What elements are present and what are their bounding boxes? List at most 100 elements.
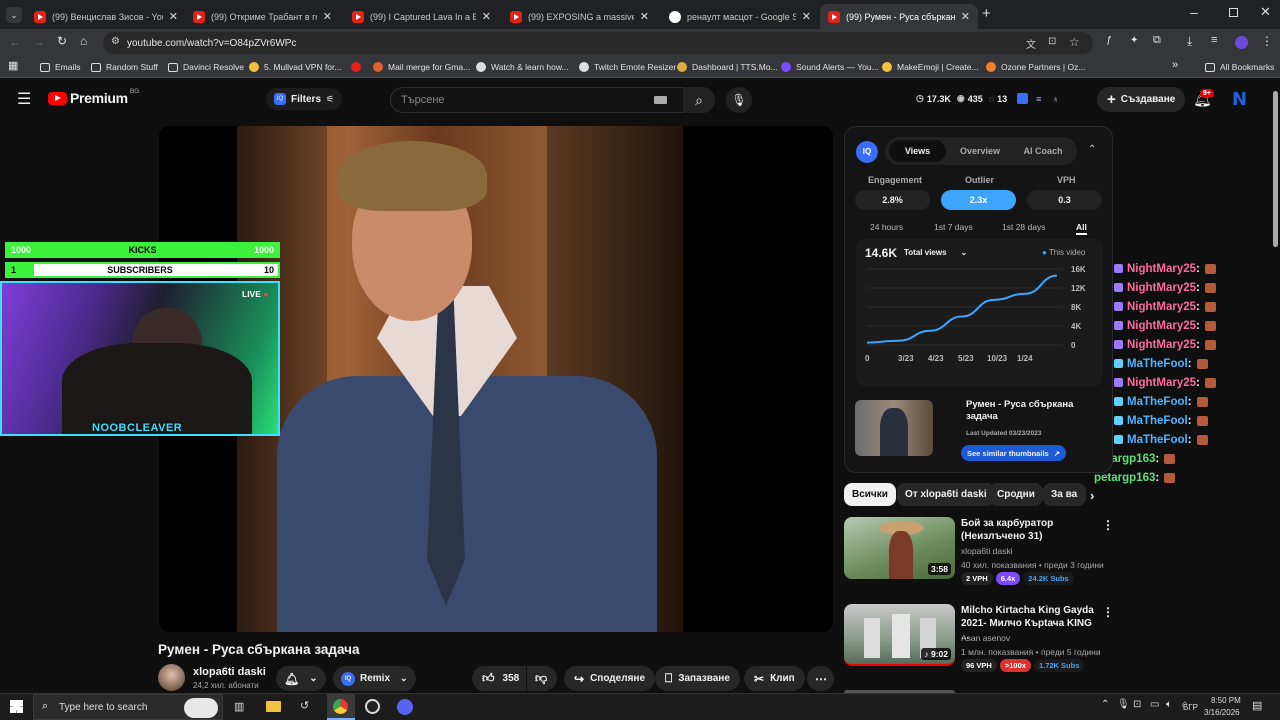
maximize-button[interactable] <box>1229 8 1238 17</box>
bookmark-item[interactable]: Davinci Resolve <box>168 59 244 75</box>
chips-next-icon[interactable]: › <box>1090 488 1094 503</box>
app-arrow-icon[interactable]: ↺ <box>300 699 309 712</box>
filter-chip[interactable]: Сродни <box>989 483 1043 506</box>
back-icon[interactable]: ← <box>9 35 21 49</box>
iq-tab-ai-coach[interactable]: AI Coach <box>1013 146 1073 156</box>
more-options-icon[interactable]: ⋮ <box>1102 518 1114 532</box>
recommended-video[interactable]: ♪ 9:02 Milcho Kirtacha King Gayda 2021- … <box>844 604 1114 684</box>
scrollbar-thumb[interactable] <box>1273 91 1278 247</box>
iq-icon[interactable] <box>1017 93 1029 104</box>
bookmark-item[interactable]: 5. Mullvad VPN for... <box>249 59 341 75</box>
close-tab-icon[interactable]: ✕ <box>482 10 491 23</box>
notification-center-icon[interactable]: ▤ <box>1252 699 1262 712</box>
share-button[interactable]: ↪ Споделяне <box>564 666 655 691</box>
badge-icon[interactable]: ♁ <box>1052 94 1059 104</box>
clock-date[interactable]: 3/16/2026 <box>1204 708 1240 717</box>
dislike-button[interactable]: 👎︎ <box>527 666 557 691</box>
tray-app-icon[interactable]: ⊡ <box>1133 699 1141 710</box>
account-avatar[interactable]: N <box>1232 89 1247 110</box>
close-tab-icon[interactable]: ✕ <box>961 10 970 23</box>
bookmark-item[interactable]: Mail merge for Gma... <box>373 59 470 75</box>
download-icon[interactable]: ⤓ <box>1187 34 1192 49</box>
like-button[interactable]: 👍︎ 358 <box>472 666 526 691</box>
more-options-icon[interactable]: ⋮ <box>1102 605 1114 619</box>
bookmark-item[interactable] <box>351 59 366 75</box>
keyboard-icon[interactable] <box>654 96 667 104</box>
home-icon[interactable]: ⌂ <box>80 34 87 48</box>
file-explorer-icon[interactable] <box>266 701 281 712</box>
keyboard-layout[interactable]: БГР <box>1183 703 1198 712</box>
menu-icon[interactable]: ⋮ <box>1261 34 1273 48</box>
channel-avatar[interactable] <box>158 664 185 691</box>
profile-avatar[interactable] <box>1235 36 1248 49</box>
obs-taskbar-icon[interactable] <box>365 699 380 714</box>
close-tab-icon[interactable]: ✕ <box>169 10 178 23</box>
bookmark-item[interactable]: Ozone Partners | Oz... <box>986 59 1085 75</box>
close-tab-icon[interactable]: ✕ <box>323 10 332 23</box>
list-icon[interactable]: ≡ <box>1036 94 1041 104</box>
browser-tab[interactable]: (99) EXPOSING a massive eBay ✕ <box>502 4 657 29</box>
rec-thumbnail[interactable]: ♪ 9:02 <box>844 604 955 666</box>
mic-icon[interactable]: 🎙︎ <box>1117 699 1130 710</box>
remix-button[interactable]: IQ Remix ⌄ <box>333 666 416 691</box>
clock-time[interactable]: 8:50 PM <box>1211 696 1241 705</box>
site-info-icon[interactable]: ⚙ <box>111 36 120 47</box>
youtube-logo[interactable]: Premium BG <box>48 88 139 106</box>
rec-thumbnail[interactable]: 3:58 <box>844 517 955 579</box>
install-icon[interactable]: ⊡ <box>1048 36 1056 47</box>
volume-icon[interactable]: 🔈︎ <box>1166 699 1172 710</box>
browser-tab[interactable]: ренаулт масцот - Google Search ✕ <box>661 4 819 29</box>
search-icon[interactable]: ⌕ <box>683 87 715 113</box>
taskbar-search-box[interactable]: ⌕ Type here to search <box>33 694 223 720</box>
bookmark-item[interactable]: Emails <box>40 59 81 75</box>
browser-tab[interactable]: (99) Откриме Трабант в гората ✕ <box>185 4 340 29</box>
translate-icon[interactable]: 文 <box>1026 36 1036 51</box>
all-bookmarks-button[interactable]: All Bookmarks <box>1205 59 1274 75</box>
bookmark-item[interactable]: Twitch Emote Resizer <box>579 59 676 75</box>
browser-tab[interactable]: (99) Венцислав Зисов - YouTube ✕ <box>26 4 186 29</box>
bookmark-item[interactable]: Dashboard | TTS.Mo... <box>677 59 778 75</box>
voice-search-icon[interactable]: 🎙︎ <box>726 87 752 113</box>
close-tab-icon[interactable]: ✕ <box>640 10 649 23</box>
new-tab-button[interactable]: + <box>982 5 991 22</box>
range-28d[interactable]: 1st 28 days <box>1002 222 1045 232</box>
iq-tab-overview[interactable]: Overview <box>950 146 1010 156</box>
range-24h[interactable]: 24 hours <box>870 222 903 232</box>
search-box[interactable]: Търсене <box>390 87 715 113</box>
task-view-icon[interactable]: ▥ <box>234 700 244 713</box>
tray-window-icon[interactable]: ▭ <box>1150 699 1159 710</box>
forward-icon[interactable]: → <box>33 35 45 49</box>
filter-chip[interactable]: Всички <box>844 483 896 506</box>
iq-tab-views[interactable]: Views <box>889 140 946 162</box>
media-icon[interactable]: ≡ <box>1211 34 1217 46</box>
bookmark-item[interactable]: Watch & learn how... <box>476 59 569 75</box>
browser-tab[interactable]: (99) Румен - Руса сбъркана задача ✕ <box>820 4 978 29</box>
more-actions-button[interactable]: ⋯ <box>807 666 834 691</box>
extensions-icon[interactable]: ⧉ <box>1153 34 1161 47</box>
rec-title[interactable]: Бой за карбуратор (Неизлъчено 31) <box>961 517 1096 543</box>
create-button[interactable]: + Създаване <box>1097 87 1186 112</box>
more-bookmarks-icon[interactable]: » <box>1172 59 1178 71</box>
hamburger-menu-icon[interactable]: ☰ <box>17 89 31 109</box>
tray-chevron-icon[interactable]: ⌃ <box>1101 699 1109 710</box>
bookmark-item[interactable]: MakeEmoji | Create... <box>882 59 979 75</box>
rec-channel[interactable]: Asan asenov <box>961 633 1010 643</box>
filter-chip[interactable]: За ва <box>1043 483 1086 506</box>
minimize-button[interactable]: – <box>1190 4 1198 20</box>
browser-tab[interactable]: (99) I Captured Lava In a Bucket ✕ <box>344 4 499 29</box>
rec-channel[interactable]: xlopa6ti daski <box>961 546 1013 556</box>
filters-button[interactable]: IQ Filters ⚟ <box>266 88 343 110</box>
reload-icon[interactable]: ↻ <box>57 34 67 48</box>
tab-search-button[interactable]: ⌄ <box>6 7 22 23</box>
collapse-icon[interactable]: ⌃ <box>1088 144 1096 155</box>
range-7d[interactable]: 1st 7 days <box>934 222 973 232</box>
save-button[interactable]: ⎕ Запазване <box>655 666 740 691</box>
see-similar-thumbnails-button[interactable]: See similar thumbnails ↗ <box>961 445 1066 461</box>
close-tab-icon[interactable]: ✕ <box>802 10 811 23</box>
close-window-button[interactable]: ✕ <box>1260 4 1271 20</box>
search-input[interactable]: Търсене <box>401 94 445 106</box>
total-views-dropdown[interactable]: Total views ⌄ <box>904 248 967 257</box>
bookmark-item[interactable]: Random Stuff <box>91 59 158 75</box>
windows-start-icon[interactable] <box>10 700 23 713</box>
page-scrollbar[interactable] <box>1271 79 1280 693</box>
